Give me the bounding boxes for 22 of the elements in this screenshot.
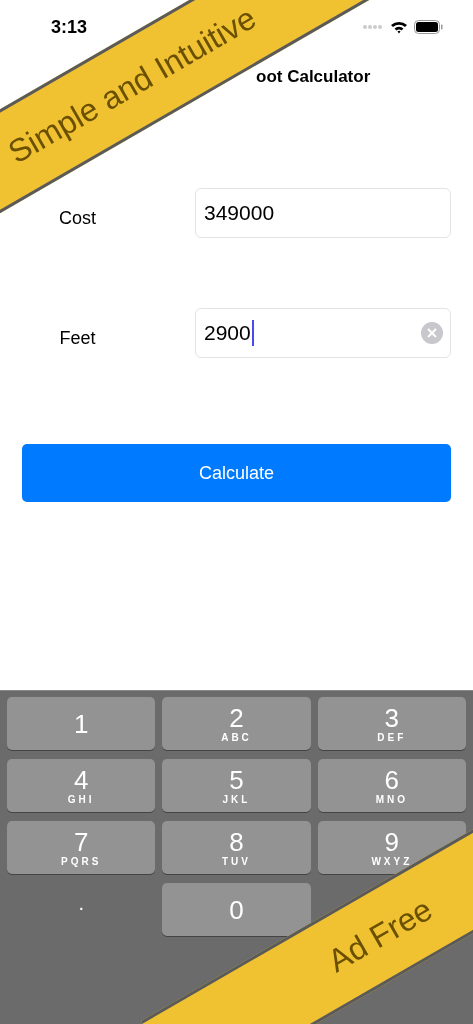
keyboard-key[interactable]: 5 JKL bbox=[162, 759, 311, 812]
keyboard-key[interactable]: 7 PQRS bbox=[7, 821, 156, 874]
keyboard-key[interactable]: 1 bbox=[7, 697, 156, 750]
field-label: Feet bbox=[58, 326, 97, 350]
wifi-icon bbox=[390, 20, 408, 34]
battery-icon bbox=[414, 20, 443, 34]
keyboard-key[interactable]: 2 ABC bbox=[162, 697, 311, 750]
field-label: Cost bbox=[58, 206, 97, 230]
keyboard-key[interactable]: 3 DEF bbox=[317, 697, 466, 750]
input-field[interactable]: 349000 bbox=[195, 188, 451, 238]
text-cursor bbox=[251, 320, 254, 346]
input-field[interactable]: 2900 bbox=[195, 308, 451, 358]
clear-icon[interactable] bbox=[421, 322, 443, 344]
decimal-key[interactable]: . bbox=[7, 883, 156, 936]
keyboard-key[interactable]: 0 bbox=[162, 883, 311, 936]
keyboard-key[interactable]: 4 GHI bbox=[7, 759, 156, 812]
screen-title: oot Calculator bbox=[256, 66, 371, 89]
signal-icon bbox=[362, 24, 384, 30]
keyboard-key[interactable]: 6 MNO bbox=[317, 759, 466, 812]
calculate-button[interactable]: Calculate bbox=[22, 444, 451, 502]
keyboard-key[interactable]: 8 TUV bbox=[162, 821, 311, 874]
status-time: 3:13 bbox=[51, 15, 88, 39]
